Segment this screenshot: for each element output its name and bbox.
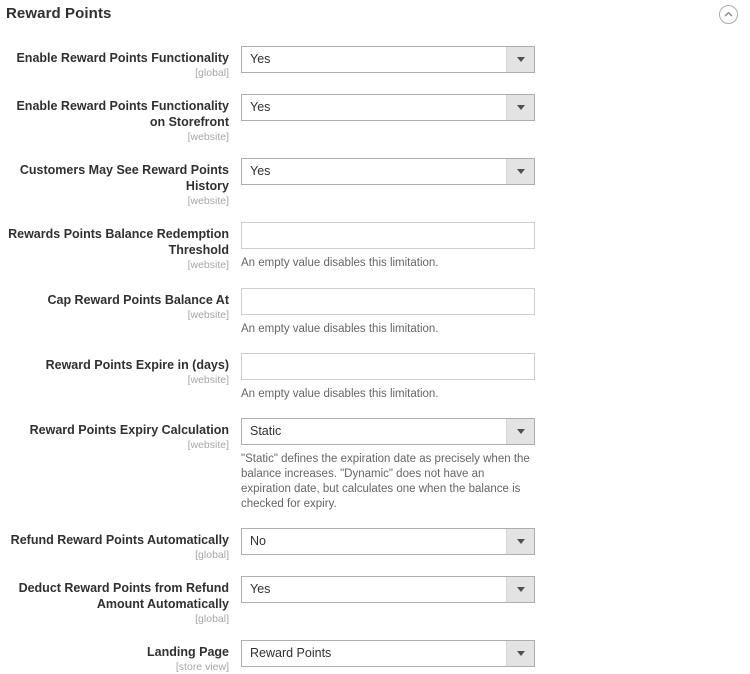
field-label: Reward Points Expiry Calculation	[29, 423, 229, 437]
field-help-text: An empty value disables this limitation.	[241, 257, 439, 269]
field-scope-label: [website]	[187, 309, 229, 321]
select-dropdown[interactable]: Reward Points	[241, 640, 535, 667]
field-row: Landing Page [store view] Reward Points	[0, 640, 750, 674]
field-row: Refund Reward Points Automatically [globa…	[0, 528, 750, 562]
field-scope-label: [store view]	[175, 661, 229, 673]
section-header: Reward Points	[0, 0, 750, 32]
field-label: Customers May See Reward Points History	[19, 163, 229, 193]
field-control: Yes	[241, 94, 750, 121]
field-help-text: "Static" defines the expiration date as …	[241, 453, 530, 510]
field-control: Yes	[241, 46, 750, 73]
field-help-text: An empty value disables this limitation.	[241, 323, 439, 335]
field-control: An empty value disables this limitation.	[241, 288, 750, 337]
field-row: Reward Points Expiry Calculation [website…	[0, 418, 750, 512]
select-dropdown[interactable]: Static	[241, 418, 535, 445]
field-help-text: An empty value disables this limitation.	[241, 388, 439, 400]
field-scope-label: [website]	[187, 439, 229, 451]
field-row: Customers May See Reward Points History […	[0, 158, 750, 208]
field-row: Deduct Reward Points from Refund Amount …	[0, 576, 750, 626]
field-label-group: Customers May See Reward Points History […	[0, 158, 241, 208]
field-scope-label: [website]	[187, 259, 229, 271]
chevron-down-icon[interactable]	[506, 641, 534, 666]
text-input[interactable]	[241, 353, 535, 380]
field-label: Landing Page	[147, 645, 229, 659]
chevron-down-icon[interactable]	[506, 529, 534, 554]
field-label-group: Enable Reward Points Functionality on St…	[0, 94, 241, 144]
field-label: Cap Reward Points Balance At	[47, 293, 229, 307]
field-label-group: Reward Points Expire in (days) [website]	[0, 353, 241, 387]
select-dropdown[interactable]: Yes	[241, 46, 535, 73]
field-control: Static "Static" defines the expiration da…	[241, 418, 750, 512]
field-scope-label: [global]	[195, 67, 229, 79]
select-dropdown[interactable]: No	[241, 528, 535, 555]
field-label-group: Enable Reward Points Functionality [globa…	[0, 46, 241, 80]
select-selected-value: Yes	[250, 52, 271, 66]
field-row: Enable Reward Points Functionality [globa…	[0, 46, 750, 80]
config-form: Enable Reward Points Functionality [globa…	[0, 32, 750, 674]
field-control: Yes	[241, 576, 750, 603]
field-label: Enable Reward Points Functionality	[16, 51, 229, 65]
field-row: Enable Reward Points Functionality on St…	[0, 94, 750, 144]
field-scope-label: [global]	[195, 613, 229, 625]
chevron-down-icon[interactable]	[506, 419, 534, 444]
select-selected-value: Yes	[250, 164, 271, 178]
field-scope-label: [website]	[187, 131, 229, 143]
field-label: Enable Reward Points Functionality on St…	[16, 99, 229, 129]
field-label-group: Rewards Points Balance Redemption Thresh…	[0, 222, 241, 272]
field-label: Rewards Points Balance Redemption Thresh…	[8, 227, 229, 257]
field-row: Reward Points Expire in (days) [website] A…	[0, 353, 750, 402]
select-selected-value: Yes	[250, 100, 271, 114]
select-dropdown[interactable]: Yes	[241, 158, 535, 185]
page-title: Reward Points	[6, 5, 112, 22]
field-label: Refund Reward Points Automatically	[10, 533, 229, 547]
field-label-group: Cap Reward Points Balance At [website]	[0, 288, 241, 322]
field-label: Reward Points Expire in (days)	[45, 358, 229, 372]
chevron-down-icon[interactable]	[506, 577, 534, 602]
text-input[interactable]	[241, 222, 535, 249]
field-label: Deduct Reward Points from Refund Amount …	[18, 581, 229, 611]
field-scope-label: [global]	[195, 549, 229, 561]
text-input[interactable]	[241, 288, 535, 315]
field-control: Reward Points	[241, 640, 750, 667]
field-row: Cap Reward Points Balance At [website] An …	[0, 288, 750, 337]
chevron-down-icon[interactable]	[506, 95, 534, 120]
reward-points-config-panel: Reward Points Enable Reward Points Funct…	[0, 0, 750, 673]
field-control: Yes	[241, 158, 750, 185]
field-label-group: Reward Points Expiry Calculation [website…	[0, 418, 241, 452]
chevron-up-circle-icon[interactable]	[719, 5, 738, 24]
field-label-group: Deduct Reward Points from Refund Amount …	[0, 576, 241, 626]
field-label-group: Refund Reward Points Automatically [globa…	[0, 528, 241, 562]
field-scope-label: [website]	[187, 374, 229, 386]
select-selected-value: Reward Points	[250, 646, 332, 660]
select-dropdown[interactable]: Yes	[241, 576, 535, 603]
field-scope-label: [website]	[187, 195, 229, 207]
field-control: An empty value disables this limitation.	[241, 353, 750, 402]
field-label-group: Landing Page [store view]	[0, 640, 241, 674]
chevron-down-icon[interactable]	[506, 47, 534, 72]
select-selected-value: No	[250, 534, 266, 548]
field-row: Rewards Points Balance Redemption Thresh…	[0, 222, 750, 272]
field-control: No	[241, 528, 750, 555]
field-control: An empty value disables this limitation.	[241, 222, 750, 271]
select-selected-value: Static	[250, 424, 282, 438]
chevron-down-icon[interactable]	[506, 159, 534, 184]
select-dropdown[interactable]: Yes	[241, 94, 535, 121]
select-selected-value: Yes	[250, 582, 271, 596]
